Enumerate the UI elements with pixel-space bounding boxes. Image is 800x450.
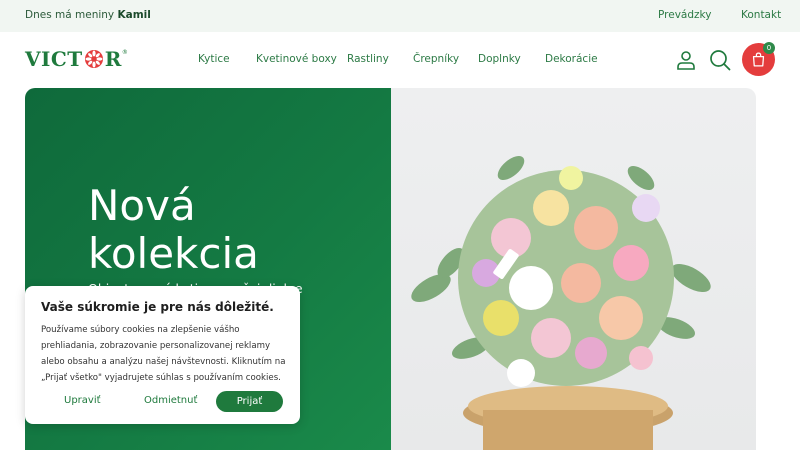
nav-item-crepniky[interactable]: Črepníky: [413, 53, 459, 65]
logo[interactable]: VICT R ®: [25, 47, 128, 71]
nav-item-doplnky[interactable]: Doplnky: [478, 53, 521, 65]
contact-link[interactable]: Kontakt: [741, 9, 781, 21]
cart-icon: [752, 52, 765, 67]
nav-item-rastliny[interactable]: Rastliny: [347, 53, 389, 65]
logo-text-left: VICT: [25, 47, 83, 71]
nav-item-kvetinove-boxy[interactable]: Kvetinové boxy: [256, 53, 337, 65]
logo-text-right: R: [104, 47, 122, 71]
nav-item-kytice[interactable]: Kytice: [198, 53, 230, 65]
nameday-text: Dnes má meniny Kamil: [25, 9, 151, 21]
cart-button[interactable]: 0: [742, 42, 775, 76]
user-icon[interactable]: [674, 48, 698, 72]
nav-item-dekoracie[interactable]: Dekorácie: [545, 53, 598, 65]
cookie-title: Vaše súkromie je pre nás dôležité.: [41, 300, 274, 314]
cookie-accept-button[interactable]: Prijať: [216, 391, 283, 412]
search-icon[interactable]: [708, 48, 732, 72]
header: VICT R ® Kytice Kvetinové boxy Rastliny …: [0, 32, 800, 88]
logo-flower-icon: [84, 50, 103, 68]
cookie-reject-button[interactable]: Odmietnuť: [144, 395, 197, 406]
flower-bouquet-image: [411, 156, 711, 450]
cookie-consent-dialog: Vaše súkromie je pre nás dôležité. Použí…: [25, 286, 300, 424]
nameday-name: Kamil: [117, 9, 151, 21]
stores-link[interactable]: Prevádzky: [658, 9, 711, 21]
cookie-text: Používame súbory cookies na zlepšenie vá…: [41, 325, 286, 383]
nameday-prefix: Dnes má meniny: [25, 9, 115, 21]
top-bar: Dnes má meniny Kamil Prevádzky Kontakt: [0, 0, 800, 32]
cart-count-badge: 0: [763, 42, 775, 54]
hero-image: [391, 88, 756, 450]
hero-title-line1: Nová: [88, 181, 196, 230]
cookie-customize-button[interactable]: Upraviť: [64, 395, 101, 406]
logo-registered-mark: ®: [121, 48, 128, 56]
hero-title-line2: kolekcia: [88, 229, 259, 278]
hero-title: Nová kolekcia: [88, 182, 259, 278]
